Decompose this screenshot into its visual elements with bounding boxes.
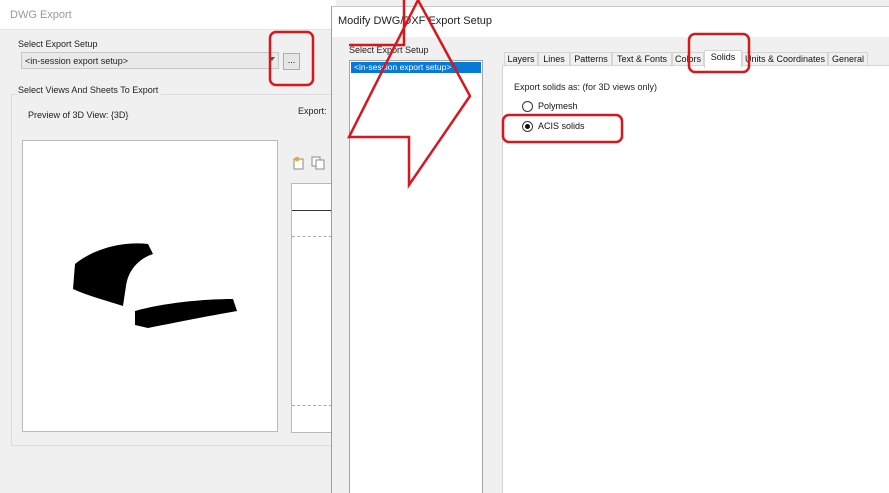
settings-tab-strip: Layers Lines Patterns Text & Fonts Color… [504,50,889,68]
setup-list-label: Select Export Setup [349,45,429,55]
preview-label: Preview of 3D View: {3D} [28,110,129,120]
radio-acis-solids-label[interactable]: ACIS solids [538,121,585,131]
3d-view-preview-shape [73,243,237,328]
select-views-label: Select Views And Sheets To Export [18,85,162,95]
dwg-export-title: DWG Export [10,9,72,21]
solids-tab-panel: Export solids as: (for 3D views only) Po… [502,65,889,493]
views-sheets-list[interactable] [291,183,337,433]
duplicate-set-icon[interactable] [311,156,325,170]
export-setup-list[interactable]: <in-session export setup> [349,60,483,493]
modify-export-setup-dialog: Modify DWG/DXF Export Setup Select Expor… [331,6,889,493]
radio-acis-solids[interactable] [522,121,533,132]
export-setup-dropdown[interactable]: <in-session export setup> [21,52,279,69]
radio-polymesh-label[interactable]: Polymesh [538,101,578,111]
select-export-setup-label: Select Export Setup [18,39,98,49]
tab-solids[interactable]: Solids [704,50,742,68]
export-label: Export: [298,106,327,116]
new-set-icon[interactable] [293,156,305,170]
export-solids-label: Export solids as: (for 3D views only) [514,82,658,92]
view-preview [22,140,278,432]
modify-export-setup-titlebar: Modify DWG/DXF Export Setup [332,7,889,37]
chevron-down-icon [269,57,275,61]
modify-setup-button[interactable]: ... [283,53,300,70]
radio-polymesh[interactable] [522,101,533,112]
dwg-export-titlebar: DWG Export [0,0,336,30]
modify-export-setup-title: Modify DWG/DXF Export Setup [338,15,493,27]
export-setup-dropdown-value: <in-session export setup> [25,56,129,66]
dwg-export-dialog: DWG Export Select Export Setup <in-sessi… [0,0,339,493]
setup-list-item[interactable]: <in-session export setup> [351,62,481,73]
